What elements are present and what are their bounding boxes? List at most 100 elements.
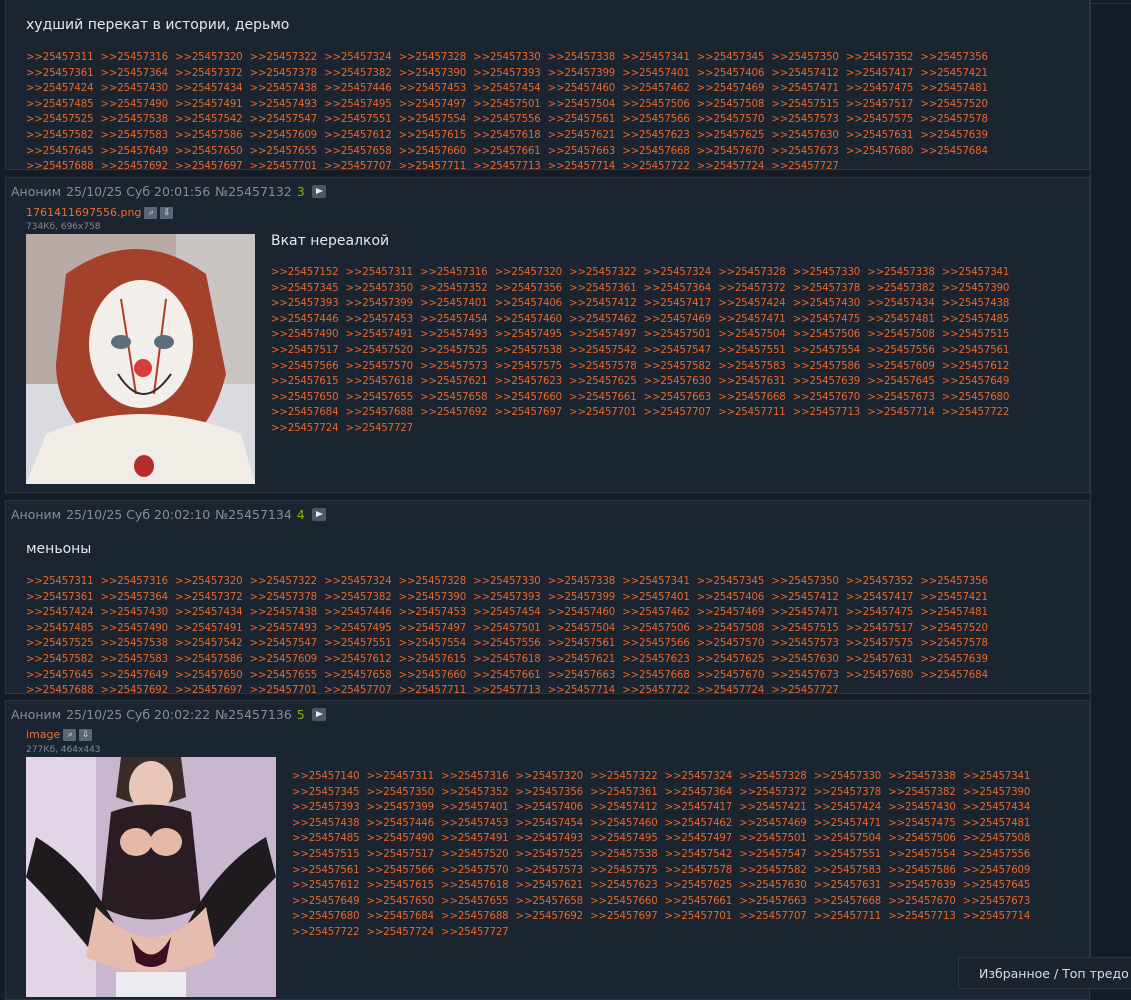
reply-link[interactable]: >>25457561 xyxy=(942,345,1010,356)
reply-link[interactable]: >>25457462 xyxy=(665,818,733,829)
reply-link[interactable]: >>25457493 xyxy=(250,623,318,634)
reply-link[interactable]: >>25457670 xyxy=(697,146,765,157)
reply-link[interactable]: >>25457501 xyxy=(739,833,807,844)
reply-link[interactable]: >>25457501 xyxy=(473,99,541,110)
reply-link[interactable]: >>25457485 xyxy=(292,833,360,844)
search-icon[interactable]: ⌕ xyxy=(144,206,158,219)
reply-link[interactable]: >>25457722 xyxy=(292,927,360,938)
reply-link[interactable]: >>25457586 xyxy=(793,361,861,372)
reply-link[interactable]: >>25457547 xyxy=(644,345,712,356)
reply-link[interactable]: >>25457609 xyxy=(963,865,1031,876)
reply-link[interactable]: >>25457655 xyxy=(250,146,318,157)
reply-link[interactable]: >>25457722 xyxy=(622,685,690,693)
reply-link[interactable]: >>25457504 xyxy=(814,833,882,844)
reply-link[interactable]: >>25457692 xyxy=(101,685,169,693)
reply-link[interactable]: >>25457406 xyxy=(697,68,765,79)
reply-link[interactable]: >>25457697 xyxy=(590,911,658,922)
reply-link[interactable]: >>25457382 xyxy=(888,787,956,798)
post-number[interactable]: №25457132 xyxy=(215,184,292,199)
reply-link[interactable]: >>25457680 xyxy=(846,670,914,681)
reply-link[interactable]: >>25457713 xyxy=(888,911,956,922)
reply-link[interactable]: >>25457328 xyxy=(399,52,467,63)
reply-link[interactable]: >>25457495 xyxy=(324,99,392,110)
reply-link[interactable]: >>25457417 xyxy=(665,802,733,813)
reply-link[interactable]: >>25457707 xyxy=(324,161,392,169)
reply-link[interactable]: >>25457625 xyxy=(697,130,765,141)
reply-link[interactable]: >>25457417 xyxy=(644,298,712,309)
reply-link[interactable]: >>25457660 xyxy=(399,146,467,157)
reply-link[interactable]: >>25457661 xyxy=(473,670,541,681)
reply-link[interactable]: >>25457421 xyxy=(739,802,807,813)
reply-link[interactable]: >>25457542 xyxy=(175,114,243,125)
reply-link[interactable]: >>25457547 xyxy=(739,849,807,860)
reply-link[interactable]: >>25457684 xyxy=(367,911,435,922)
reply-link[interactable]: >>25457692 xyxy=(420,407,488,418)
reply-link[interactable]: >>25457573 xyxy=(771,638,839,649)
reply-link[interactable]: >>25457655 xyxy=(441,896,509,907)
reply-link[interactable]: >>25457575 xyxy=(495,361,563,372)
reply-link[interactable]: >>25457670 xyxy=(697,670,765,681)
reply-link[interactable]: >>25457615 xyxy=(367,880,435,891)
reply-link[interactable]: >>25457660 xyxy=(590,896,658,907)
reply-link[interactable]: >>25457504 xyxy=(548,623,616,634)
reply-link[interactable]: >>25457322 xyxy=(590,771,658,782)
reply-link[interactable]: >>25457711 xyxy=(718,407,786,418)
reply-link[interactable]: >>25457508 xyxy=(697,99,765,110)
favorites-top-threads-bar[interactable]: Избранное / Топ тредо xyxy=(958,957,1131,989)
reply-link[interactable]: >>25457673 xyxy=(963,896,1031,907)
reply-link[interactable]: >>25457491 xyxy=(175,99,243,110)
reply-link[interactable]: >>25457684 xyxy=(920,146,988,157)
reply-link[interactable]: >>25457582 xyxy=(26,654,94,665)
reply-link[interactable]: >>25457401 xyxy=(420,298,488,309)
reply-link[interactable]: >>25457424 xyxy=(26,607,94,618)
reply-link[interactable]: >>25457481 xyxy=(867,314,935,325)
reply-link[interactable]: >>25457645 xyxy=(867,376,935,387)
reply-link[interactable]: >>25457517 xyxy=(846,99,914,110)
reply-link[interactable]: >>25457547 xyxy=(250,114,318,125)
reply-link[interactable]: >>25457701 xyxy=(250,161,318,169)
download-icon[interactable]: ⇩ xyxy=(79,728,93,741)
reply-link[interactable]: >>25457692 xyxy=(516,911,584,922)
reply-link[interactable]: >>25457556 xyxy=(963,849,1031,860)
reply-link[interactable]: >>25457446 xyxy=(324,607,392,618)
reply-link[interactable]: >>25457525 xyxy=(420,345,488,356)
reply-link[interactable]: >>25457338 xyxy=(548,52,616,63)
reply-link[interactable]: >>25457320 xyxy=(175,576,243,587)
reply-link[interactable]: >>25457701 xyxy=(665,911,733,922)
reply-link[interactable]: >>25457566 xyxy=(271,361,339,372)
reply-link[interactable]: >>25457406 xyxy=(495,298,563,309)
reply-link[interactable]: >>25457453 xyxy=(399,607,467,618)
reply-link[interactable]: >>25457356 xyxy=(516,787,584,798)
reply-link[interactable]: >>25457578 xyxy=(920,638,988,649)
reply-link[interactable]: >>25457609 xyxy=(250,130,318,141)
reply-link[interactable]: >>25457345 xyxy=(697,52,765,63)
reply-link[interactable]: >>25457372 xyxy=(175,592,243,603)
reply-link[interactable]: >>25457390 xyxy=(399,592,467,603)
reply-link[interactable]: >>25457618 xyxy=(473,130,541,141)
download-icon[interactable]: ⇩ xyxy=(160,206,174,219)
reply-link[interactable]: >>25457453 xyxy=(399,83,467,94)
post-number[interactable]: №25457134 xyxy=(215,507,292,522)
reply-link[interactable]: >>25457639 xyxy=(920,654,988,665)
reply-link[interactable]: >>25457364 xyxy=(644,283,712,294)
reply-link[interactable]: >>25457350 xyxy=(367,787,435,798)
reply-link[interactable]: >>25457361 xyxy=(26,68,94,79)
reply-link[interactable]: >>25457517 xyxy=(271,345,339,356)
reply-link[interactable]: >>25457631 xyxy=(814,880,882,891)
reply-link[interactable]: >>25457399 xyxy=(346,298,414,309)
reply-link[interactable]: >>25457668 xyxy=(718,392,786,403)
reply-link[interactable]: >>25457446 xyxy=(271,314,339,325)
reply-link[interactable]: >>25457434 xyxy=(175,607,243,618)
reply-link[interactable]: >>25457623 xyxy=(622,130,690,141)
reply-link[interactable]: >>25457650 xyxy=(175,670,243,681)
file-name[interactable]: image xyxy=(26,728,60,741)
reply-link[interactable]: >>25457393 xyxy=(292,802,360,813)
reply-link[interactable]: >>25457372 xyxy=(175,68,243,79)
reply-link[interactable]: >>25457663 xyxy=(548,146,616,157)
reply-link[interactable]: >>25457352 xyxy=(441,787,509,798)
reply-link[interactable]: >>25457578 xyxy=(665,865,733,876)
reply-link[interactable]: >>25457566 xyxy=(367,865,435,876)
reply-link[interactable]: >>25457609 xyxy=(250,654,318,665)
reply-link[interactable]: >>25457453 xyxy=(441,818,509,829)
play-icon[interactable] xyxy=(311,184,326,198)
